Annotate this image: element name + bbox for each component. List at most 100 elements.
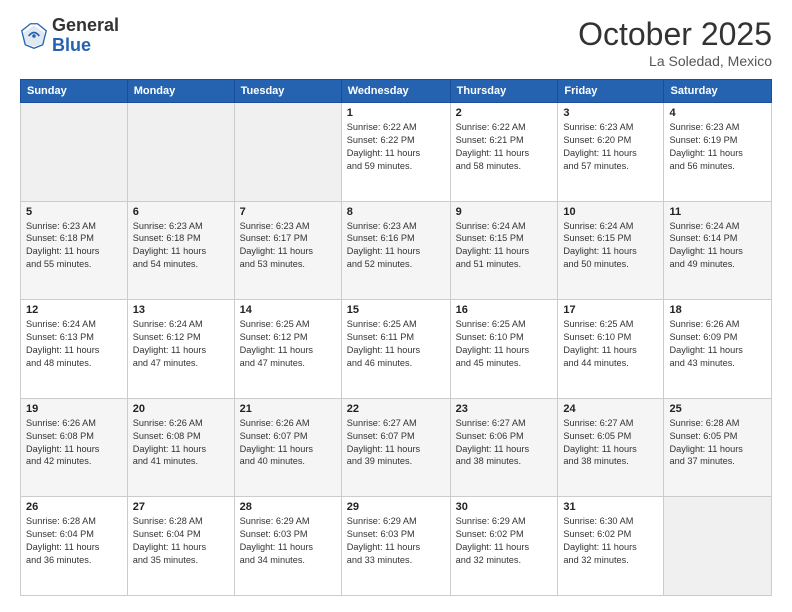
calendar-cell: 29 Sunrise: 6:29 AM Sunset: 6:03 PM Dayli… (341, 497, 450, 596)
calendar-cell: 11 Sunrise: 6:24 AM Sunset: 6:14 PM Dayli… (664, 201, 772, 300)
calendar-cell: 4Sunrise: 6:23 AM Sunset: 6:19 PM Daylig… (664, 103, 772, 202)
day-number: 11 (669, 206, 766, 218)
calendar-table: SundayMondayTuesdayWednesdayThursdayFrid… (20, 79, 772, 596)
calendar-cell: 12Sunrise: 6:24 AM Sunset: 6:13 PM Dayli… (21, 300, 128, 399)
calendar-cell: 17 Sunrise: 6:25 AM Sunset: 6:10 PM Dayli… (558, 300, 664, 399)
day-number: 15 (347, 304, 445, 316)
day-info: Sunrise: 6:25 AM Sunset: 6:10 PM Dayligh… (563, 318, 658, 370)
day-info: Sunrise: 6:30 AM Sunset: 6:02 PM Dayligh… (563, 515, 658, 567)
page: General Blue October 2025 La Soledad, Me… (0, 0, 792, 612)
day-info: Sunrise: 6:24 AM Sunset: 6:15 PM Dayligh… (563, 220, 658, 272)
calendar-cell: 22 Sunrise: 6:27 AM Sunset: 6:07 PM Dayli… (341, 398, 450, 497)
day-info: Sunrise: 6:23 AM Sunset: 6:18 PM Dayligh… (133, 220, 229, 272)
day-info: Sunrise: 6:23 AM Sunset: 6:19 PM Dayligh… (669, 121, 766, 173)
logo-icon (20, 22, 48, 50)
day-info: Sunrise: 6:24 AM Sunset: 6:13 PM Dayligh… (26, 318, 122, 370)
day-info: Sunrise: 6:29 AM Sunset: 6:03 PM Dayligh… (347, 515, 445, 567)
day-info: Sunrise: 6:28 AM Sunset: 6:04 PM Dayligh… (26, 515, 122, 567)
day-info: Sunrise: 6:24 AM Sunset: 6:15 PM Dayligh… (456, 220, 553, 272)
day-number: 22 (347, 403, 445, 415)
calendar-cell: 25 Sunrise: 6:28 AM Sunset: 6:05 PM Dayli… (664, 398, 772, 497)
day-number: 14 (240, 304, 336, 316)
day-info: Sunrise: 6:24 AM Sunset: 6:14 PM Dayligh… (669, 220, 766, 272)
month-title: October 2025 (578, 16, 772, 53)
day-info: Sunrise: 6:23 AM Sunset: 6:17 PM Dayligh… (240, 220, 336, 272)
day-info: Sunrise: 6:29 AM Sunset: 6:03 PM Dayligh… (240, 515, 336, 567)
day-number: 2 (456, 107, 553, 119)
day-info: Sunrise: 6:23 AM Sunset: 6:20 PM Dayligh… (563, 121, 658, 173)
day-info: Sunrise: 6:26 AM Sunset: 6:09 PM Dayligh… (669, 318, 766, 370)
day-number: 25 (669, 403, 766, 415)
calendar-cell: 31 Sunrise: 6:30 AM Sunset: 6:02 PM Dayli… (558, 497, 664, 596)
calendar-cell: 5 Sunrise: 6:23 AM Sunset: 6:18 PM Daylig… (21, 201, 128, 300)
calendar-cell: 27 Sunrise: 6:28 AM Sunset: 6:04 PM Dayli… (127, 497, 234, 596)
weekday-header-saturday: Saturday (664, 80, 772, 103)
calendar-week-4: 19Sunrise: 6:26 AM Sunset: 6:08 PM Dayli… (21, 398, 772, 497)
calendar-week-3: 12Sunrise: 6:24 AM Sunset: 6:13 PM Dayli… (21, 300, 772, 399)
day-number: 21 (240, 403, 336, 415)
calendar-cell: 19Sunrise: 6:26 AM Sunset: 6:08 PM Dayli… (21, 398, 128, 497)
location: La Soledad, Mexico (578, 53, 772, 69)
day-info: Sunrise: 6:28 AM Sunset: 6:04 PM Dayligh… (133, 515, 229, 567)
day-info: Sunrise: 6:25 AM Sunset: 6:12 PM Dayligh… (240, 318, 336, 370)
day-number: 24 (563, 403, 658, 415)
calendar-cell: 7 Sunrise: 6:23 AM Sunset: 6:17 PM Daylig… (234, 201, 341, 300)
day-info: Sunrise: 6:26 AM Sunset: 6:08 PM Dayligh… (133, 417, 229, 469)
day-info: Sunrise: 6:23 AM Sunset: 6:18 PM Dayligh… (26, 220, 122, 272)
calendar-cell: 6 Sunrise: 6:23 AM Sunset: 6:18 PM Daylig… (127, 201, 234, 300)
day-info: Sunrise: 6:27 AM Sunset: 6:06 PM Dayligh… (456, 417, 553, 469)
calendar-cell (234, 103, 341, 202)
day-number: 10 (563, 206, 658, 218)
calendar-cell: 10 Sunrise: 6:24 AM Sunset: 6:15 PM Dayli… (558, 201, 664, 300)
calendar-week-2: 5 Sunrise: 6:23 AM Sunset: 6:18 PM Daylig… (21, 201, 772, 300)
calendar-cell: 23Sunrise: 6:27 AM Sunset: 6:06 PM Dayli… (450, 398, 558, 497)
day-number: 13 (133, 304, 229, 316)
calendar-cell: 16 Sunrise: 6:25 AM Sunset: 6:10 PM Dayli… (450, 300, 558, 399)
calendar-cell: 13 Sunrise: 6:24 AM Sunset: 6:12 PM Dayli… (127, 300, 234, 399)
calendar-cell: 24 Sunrise: 6:27 AM Sunset: 6:05 PM Dayli… (558, 398, 664, 497)
day-info: Sunrise: 6:28 AM Sunset: 6:05 PM Dayligh… (669, 417, 766, 469)
logo-text: General Blue (52, 16, 119, 56)
day-info: Sunrise: 6:23 AM Sunset: 6:16 PM Dayligh… (347, 220, 445, 272)
calendar-cell: 18 Sunrise: 6:26 AM Sunset: 6:09 PM Dayli… (664, 300, 772, 399)
day-number: 31 (563, 501, 658, 513)
day-number: 1 (347, 107, 445, 119)
day-number: 5 (26, 206, 122, 218)
weekday-header-tuesday: Tuesday (234, 80, 341, 103)
day-info: Sunrise: 6:29 AM Sunset: 6:02 PM Dayligh… (456, 515, 553, 567)
calendar-cell: 28Sunrise: 6:29 AM Sunset: 6:03 PM Dayli… (234, 497, 341, 596)
day-info: Sunrise: 6:22 AM Sunset: 6:21 PM Dayligh… (456, 121, 553, 173)
weekday-header-wednesday: Wednesday (341, 80, 450, 103)
day-number: 16 (456, 304, 553, 316)
calendar-week-5: 26Sunrise: 6:28 AM Sunset: 6:04 PM Dayli… (21, 497, 772, 596)
calendar-week-1: 1 Sunrise: 6:22 AM Sunset: 6:22 PM Daylig… (21, 103, 772, 202)
day-number: 27 (133, 501, 229, 513)
logo: General Blue (20, 16, 119, 56)
calendar-cell: 26Sunrise: 6:28 AM Sunset: 6:04 PM Dayli… (21, 497, 128, 596)
calendar-cell: 14 Sunrise: 6:25 AM Sunset: 6:12 PM Dayli… (234, 300, 341, 399)
day-info: Sunrise: 6:24 AM Sunset: 6:12 PM Dayligh… (133, 318, 229, 370)
day-number: 30 (456, 501, 553, 513)
day-info: Sunrise: 6:22 AM Sunset: 6:22 PM Dayligh… (347, 121, 445, 173)
day-number: 20 (133, 403, 229, 415)
day-number: 18 (669, 304, 766, 316)
calendar-cell: 20 Sunrise: 6:26 AM Sunset: 6:08 PM Dayli… (127, 398, 234, 497)
calendar-cell: 30 Sunrise: 6:29 AM Sunset: 6:02 PM Dayli… (450, 497, 558, 596)
day-info: Sunrise: 6:27 AM Sunset: 6:07 PM Dayligh… (347, 417, 445, 469)
day-number: 29 (347, 501, 445, 513)
day-number: 7 (240, 206, 336, 218)
weekday-header-row: SundayMondayTuesdayWednesdayThursdayFrid… (21, 80, 772, 103)
calendar-cell (127, 103, 234, 202)
day-number: 6 (133, 206, 229, 218)
header: General Blue October 2025 La Soledad, Me… (20, 16, 772, 69)
day-number: 17 (563, 304, 658, 316)
day-number: 8 (347, 206, 445, 218)
day-info: Sunrise: 6:27 AM Sunset: 6:05 PM Dayligh… (563, 417, 658, 469)
calendar-cell (664, 497, 772, 596)
weekday-header-monday: Monday (127, 80, 234, 103)
calendar-cell: 3Sunrise: 6:23 AM Sunset: 6:20 PM Daylig… (558, 103, 664, 202)
calendar-cell: 8 Sunrise: 6:23 AM Sunset: 6:16 PM Daylig… (341, 201, 450, 300)
day-info: Sunrise: 6:25 AM Sunset: 6:10 PM Dayligh… (456, 318, 553, 370)
day-info: Sunrise: 6:25 AM Sunset: 6:11 PM Dayligh… (347, 318, 445, 370)
day-number: 9 (456, 206, 553, 218)
